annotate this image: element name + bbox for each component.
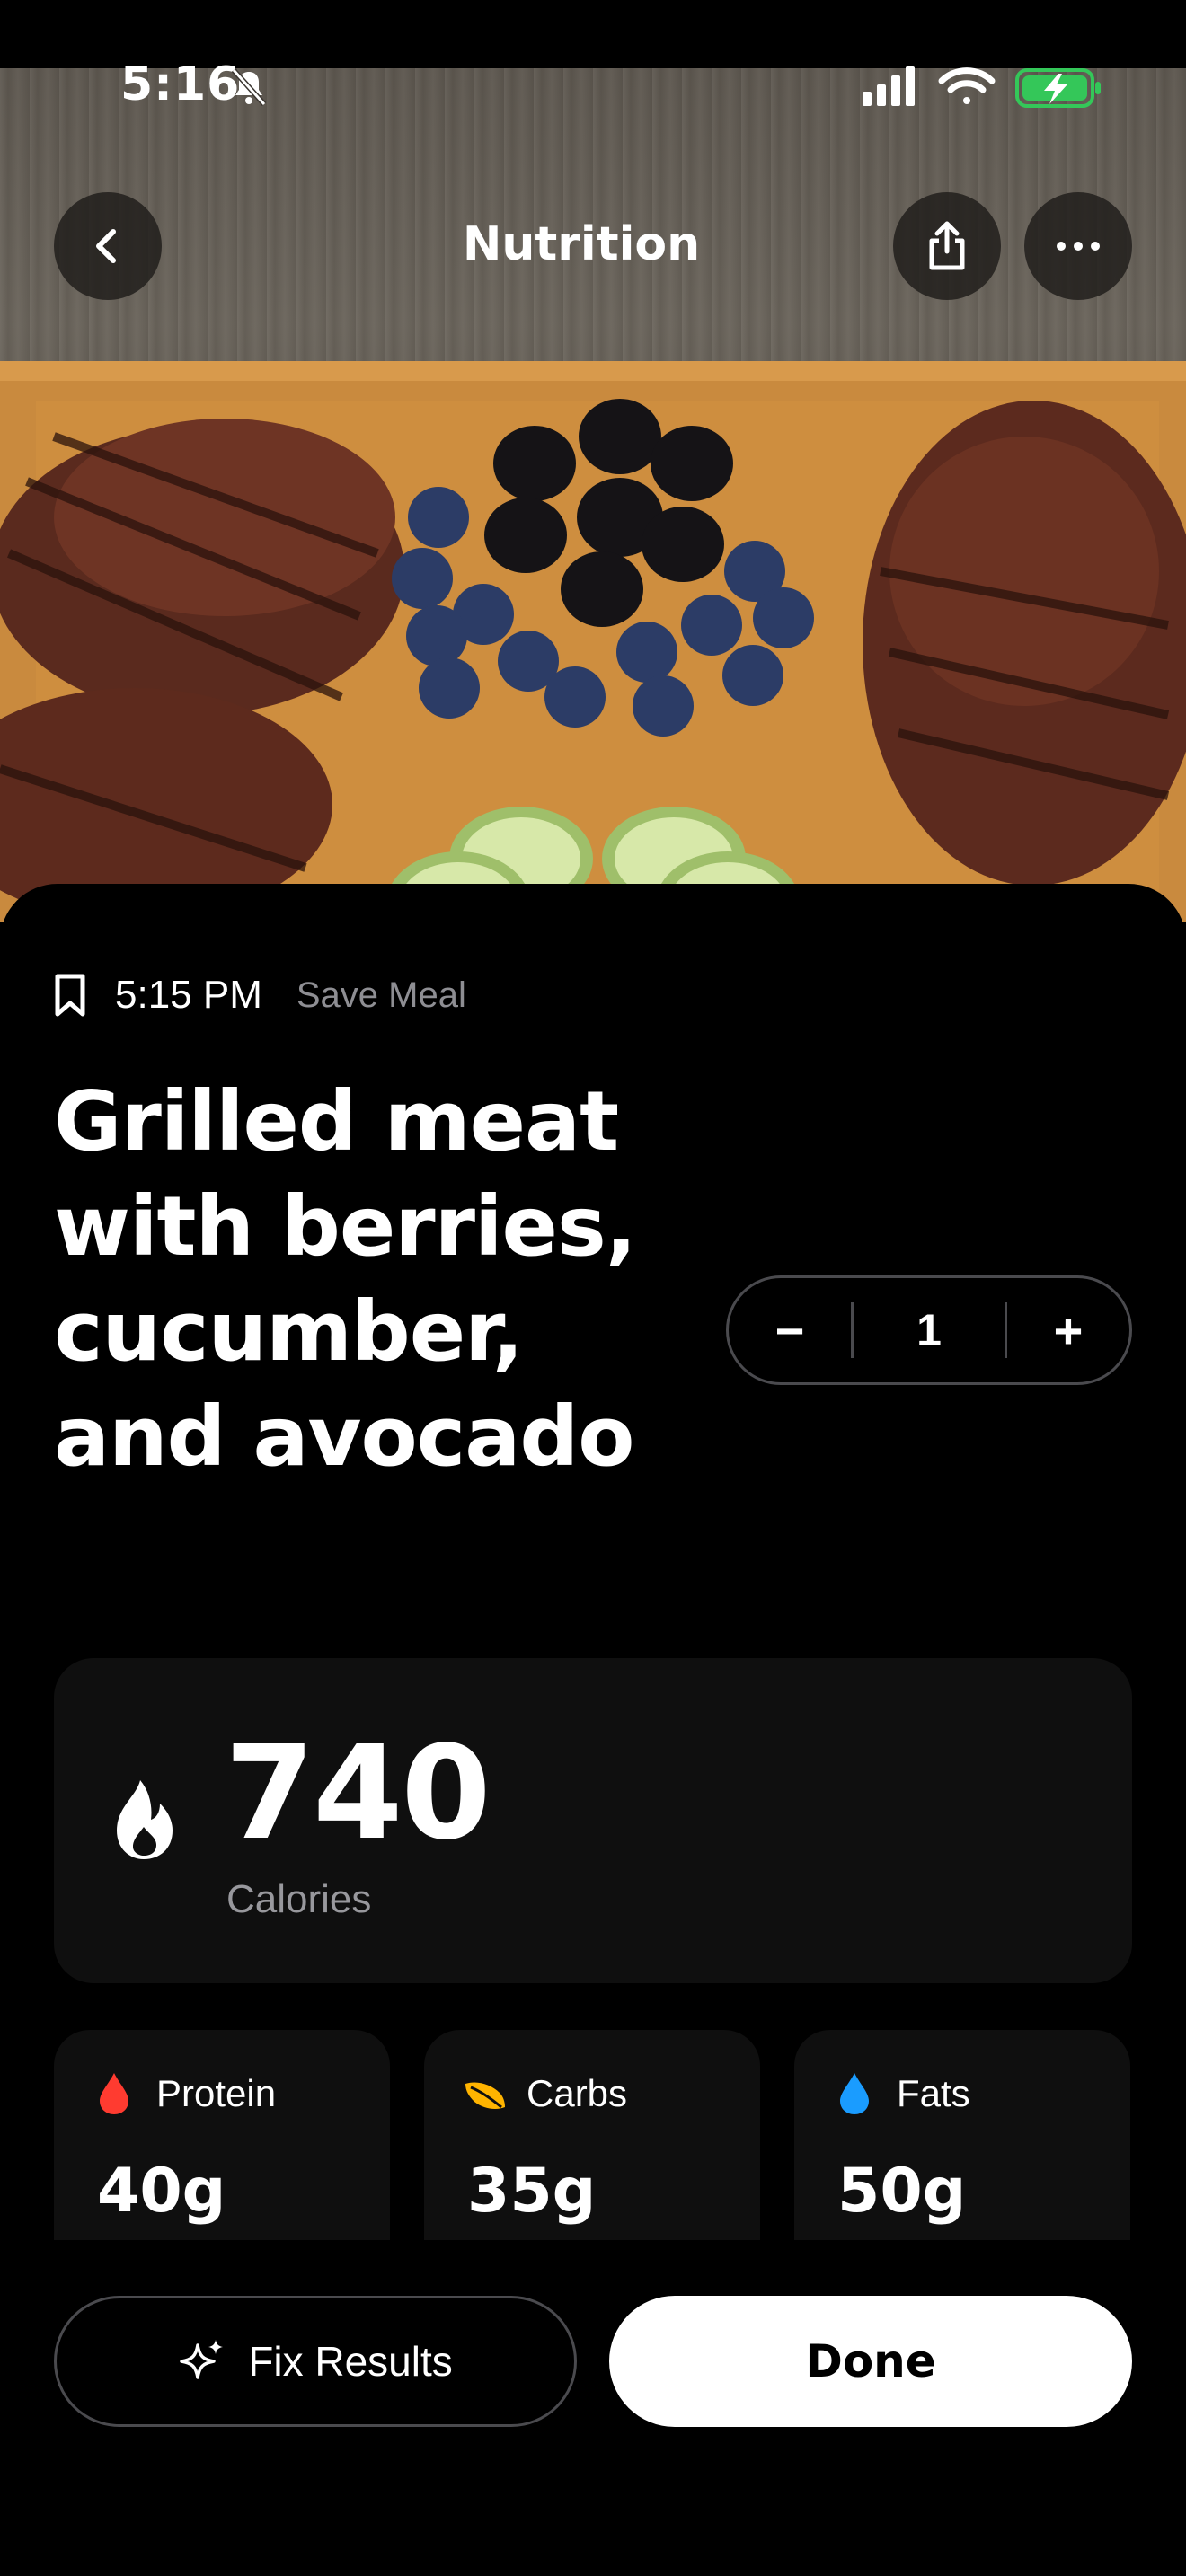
decrement-button[interactable]: − [729,1278,851,1382]
macro-label: Carbs [527,2072,628,2114]
macro-label: Fats [897,2072,970,2114]
calories-label: Calories [226,1877,372,1921]
meal-title: Grilled meat with berries, cucumber, and… [54,1073,637,1485]
macro-value: 35g [467,2156,597,2227]
share-icon [929,221,965,270]
meal-photo [0,68,1186,922]
minus-icon: − [774,1301,805,1359]
bell-slash-icon [231,67,267,107]
macro-card-fats[interactable]: Fats 50g [794,2030,1130,2240]
calories-value: 740 [225,1717,491,1868]
drop-icon [100,2073,128,2114]
save-meal-link[interactable]: Save Meal [296,975,466,1016]
done-label: Done [805,2335,936,2387]
increment-button[interactable]: + [1007,1278,1129,1382]
status-time: 5:16 [120,57,241,111]
meal-photo-illustration [0,361,1186,922]
ellipsis-icon [1057,242,1100,251]
status-bar: 5:16 [0,0,1186,144]
share-button[interactable] [893,192,1001,300]
nav-title: Nutrition [462,217,701,271]
sparkle-icon [180,2340,224,2379]
meal-time: 5:15 PM [115,973,262,1017]
wifi-icon [938,67,996,104]
servings-value: 1 [916,1305,942,1355]
meal-meta-row: 5:15 PM Save Meal [54,968,466,1022]
fix-results-label: Fix Results [248,2338,453,2385]
macro-card-carbs[interactable]: Carbs 35g [424,2030,760,2240]
macro-label: Protein [156,2072,277,2114]
calories-card[interactable]: 740 Calories [54,1658,1132,1983]
status-indicators [863,66,1101,108]
macro-card-protein[interactable]: Protein 40g [54,2030,390,2240]
macro-value: 40g [97,2156,226,2227]
done-button[interactable]: Done [609,2296,1132,2427]
leaf-icon [465,2082,505,2109]
battery-charging-icon [1015,68,1101,108]
fix-results-button[interactable]: Fix Results [54,2296,577,2427]
flame-icon [117,1780,173,1859]
servings-stepper: − 1 + [726,1275,1132,1385]
more-button[interactable] [1024,192,1132,300]
drop-icon [840,2073,869,2114]
cellular-signal-icon [863,66,915,106]
plus-icon: + [1053,1301,1084,1359]
back-button[interactable] [54,192,162,300]
bookmark-icon[interactable] [54,973,86,1018]
chevron-left-icon [96,229,116,263]
macro-value: 50g [837,2156,967,2227]
